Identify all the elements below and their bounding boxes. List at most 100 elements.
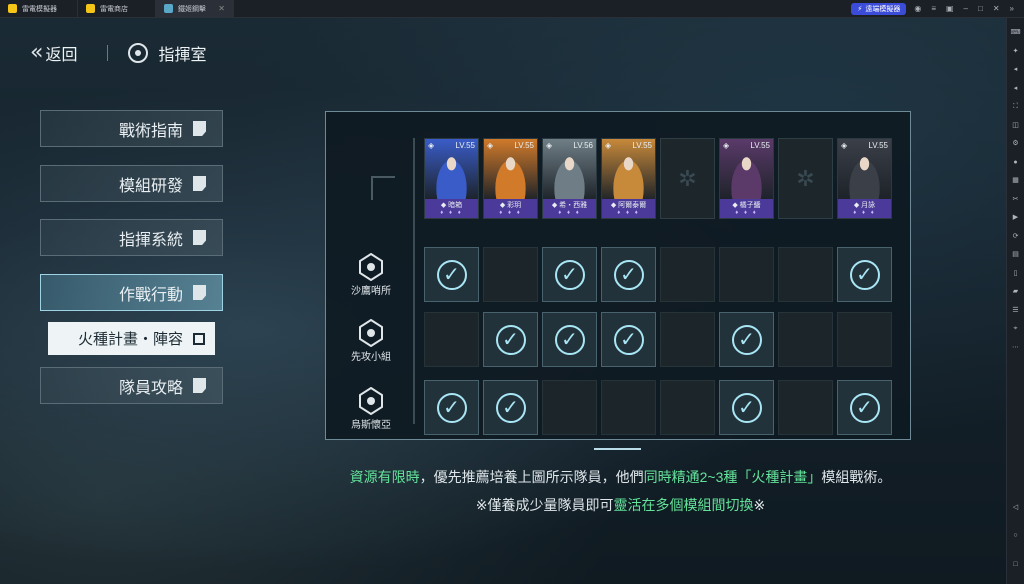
empty-cell [660,312,715,367]
apk-icon[interactable]: ▦ [1011,176,1021,186]
emulator-toolbar: ⌨ ✦ ◂ ◂ ⛶ ◫ ⚙ ● ▦ ✂ ▶ ⟳ ▤ ▯ ▰ ☰ ⌖ ⋯ ◁ ○ … [1006,18,1024,584]
lightning-icon: ⚡ [857,5,863,13]
fullscreen-icon[interactable]: ⛶ [1011,102,1021,112]
check-cell [719,312,774,367]
remote-emulator-button[interactable]: ⚡ 遠端模擬器 [851,2,907,15]
sync-icon[interactable]: ⟳ [1011,232,1021,242]
empty-cell [778,380,833,435]
more-icon[interactable]: ⋯ [1011,343,1021,353]
minimize-icon[interactable]: – [964,4,968,13]
phone-icon[interactable]: ▯ [1011,269,1021,279]
menu-item-tactics-guide[interactable]: 戰術指南 [40,110,223,147]
video-icon[interactable]: ▶ [1011,213,1021,223]
character-card[interactable]: ◈ LV.55 ◆ 橘子醬 ♦ ♦ ♦ [719,138,774,219]
volume-up-icon[interactable]: ◂ [1011,65,1021,75]
character-nameplate: ◆ 月詠 ♦ ♦ ♦ [838,199,891,218]
empty-character-slot: ✲ [660,138,715,219]
script-icon[interactable]: ▤ [1011,250,1021,260]
character-nameplate: ◆ 暗箱 ♦ ♦ ♦ [425,199,478,218]
screenshot-icon[interactable]: ◫ [1011,121,1021,131]
tab-label: 鐵姬鋼擊 [178,5,206,13]
location-icon[interactable]: ⌖ [1011,324,1021,334]
volume-down-icon[interactable]: ◂ [1011,84,1021,94]
character-card[interactable]: ◈ LV.55 ◆ 彩玥 ♦ ♦ ♦ [483,138,538,219]
character-level: LV.55 [632,141,652,150]
checkmark-icon [613,324,644,355]
checkmark-icon [613,259,644,290]
squad-label: 先攻小組 [351,352,391,363]
focus-icon [193,332,205,345]
keyboard-icon[interactable]: ⌨ [1011,28,1021,38]
check-cell [424,247,479,302]
game-screen: « 返回 指揮室 戰術指南 模組研發 指揮系統 作戰行動 火種計畫・陣容 隊員攻… [0,18,1006,584]
back-nav-icon[interactable]: ◁ [1011,503,1021,513]
document-icon [193,230,206,245]
checkmark-icon [849,259,880,290]
tab-label: 雷電模擬器 [22,5,57,13]
tab-emulator[interactable]: 雷電模擬器 [0,0,78,18]
role-icon: ◈ [428,141,435,150]
scissors-icon[interactable]: ✂ [1011,195,1021,205]
character-name: ◆ 暗箱 [440,202,463,209]
checkmark-icon [495,324,526,355]
tab-game[interactable]: 鐵姬鋼擊 ✕ [156,0,234,18]
account-icon[interactable]: ◉ [914,4,921,13]
document-icon [193,121,206,136]
header-bar: « 返回 指揮室 [30,40,207,65]
maximize-icon[interactable]: □ [978,4,983,13]
back-chevron-icon[interactable]: « [30,40,44,65]
menu-item-module-research[interactable]: 模組研發 [40,165,223,202]
check-cell [601,247,656,302]
menu-icon[interactable]: ≡ [931,4,936,13]
multi-window-icon[interactable]: ☰ [1011,306,1021,316]
locked-slot-icon: ✲ [796,165,815,191]
checkmark-icon [731,324,762,355]
character-nameplate: ◆ 橘子醬 ♦ ♦ ♦ [720,199,773,218]
squad-label: 沙鷹哨所 [351,286,391,297]
empty-cell [778,312,833,367]
back-button[interactable]: 返回 [45,41,77,65]
empty-cell [424,312,479,367]
character-level: LV.56 [573,141,593,150]
expand-icon[interactable]: » [1010,4,1014,13]
settings-icon[interactable]: ⚙ [1011,139,1021,149]
record-icon[interactable]: ● [1011,158,1021,168]
note-highlight: 靈活在多個模組間切換 [613,497,754,513]
character-name: ◆ 彩玥 [499,202,522,209]
character-card[interactable]: ◈ LV.55 ◆ 月詠 ♦ ♦ ♦ [837,138,892,219]
gamepad-icon[interactable]: ✦ [1011,47,1021,57]
module-badges-icon: ♦ ♦ ♦ [735,210,758,216]
submenu-item-spark-plan-lineup[interactable]: 火種計畫・陣容 [48,322,215,355]
character-card[interactable]: ◈ LV.56 ◆ 希・西雅 ♦ ♦ ♦ [542,138,597,219]
character-level: LV.55 [514,141,534,150]
empty-cell [601,380,656,435]
character-name: ◆ 月詠 [853,202,876,209]
role-icon: ◈ [841,141,848,150]
empty-cell [660,247,715,302]
home-nav-icon[interactable]: ○ [1011,531,1021,541]
squad-label: 烏斯懷亞 [351,420,391,431]
document-icon [193,378,206,393]
document-icon [193,285,206,300]
screen-icon[interactable]: ▣ [946,4,954,13]
menu-item-command-system[interactable]: 指揮系統 [40,219,223,256]
character-card[interactable]: ◈ LV.55 ◆ 阿爾泰爾 ♦ ♦ ♦ [601,138,656,219]
tab-store[interactable]: 雷電商店 [78,0,156,18]
close-tab-icon[interactable]: ✕ [218,4,225,13]
check-cell [837,380,892,435]
submenu-label: 火種計畫・陣容 [77,331,183,348]
column-divider [413,138,415,424]
close-icon[interactable]: ✕ [993,4,1000,13]
character-card[interactable]: ◈ LV.55 ◆ 暗箱 ♦ ♦ ♦ [424,138,479,219]
game-logo-icon [164,4,173,13]
recents-nav-icon[interactable]: □ [1011,560,1021,570]
checkmark-icon [554,324,585,355]
note-text: ※僅養成少量隊員即可 [475,497,614,513]
menu-item-combat-operations[interactable]: 作戰行動 [40,274,223,311]
folder-icon[interactable]: ▰ [1011,287,1021,297]
page-indicator [594,448,641,450]
menu-item-member-guide[interactable]: 隊員攻略 [40,367,223,404]
character-nameplate: ◆ 阿爾泰爾 ♦ ♦ ♦ [602,199,655,218]
menu-item-label: 作戰行動 [118,286,183,304]
role-icon: ◈ [723,141,730,150]
